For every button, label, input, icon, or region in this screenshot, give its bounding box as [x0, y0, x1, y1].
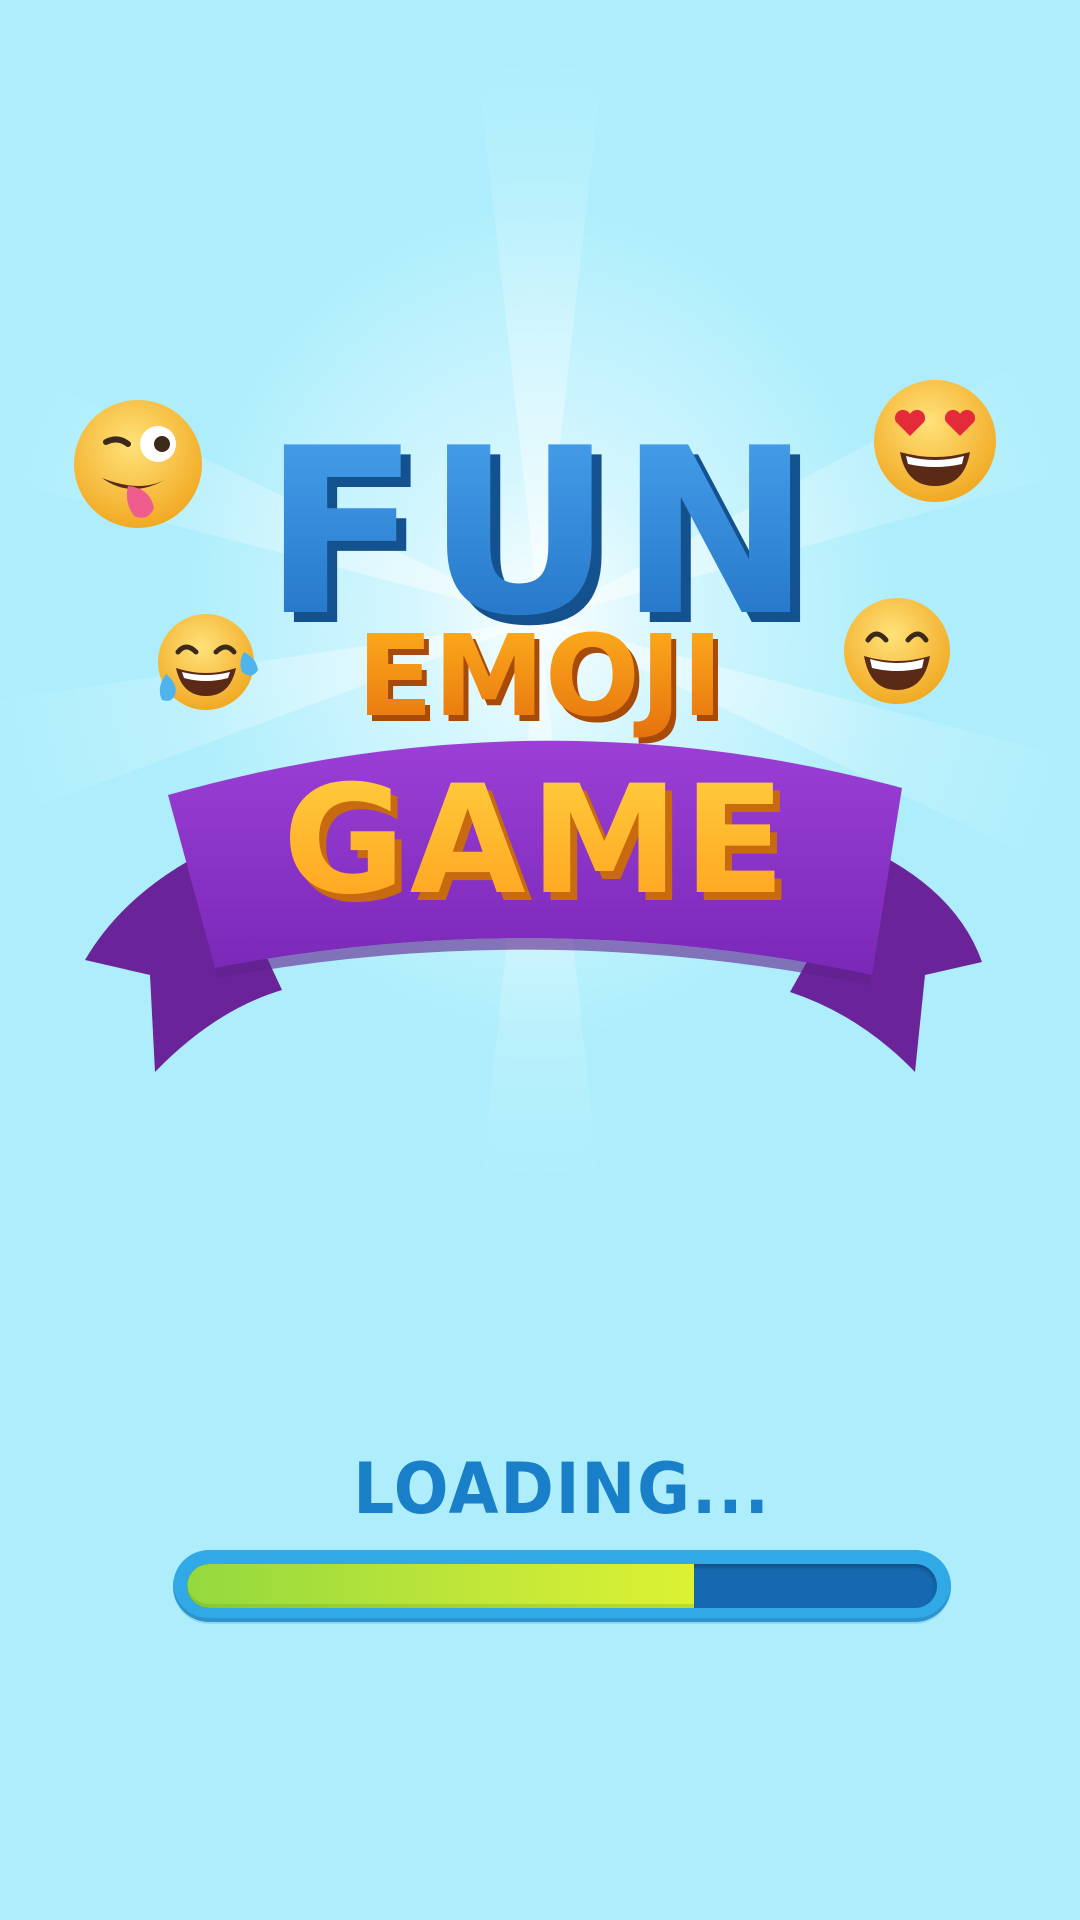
game-logo: FUN FUN EMOJI EMOJI GAME GAME [85, 400, 982, 1072]
loading-progress-fill [187, 1564, 694, 1608]
title-emoji: EMOJI [357, 612, 724, 742]
loading-progress-track [187, 1564, 937, 1608]
loading-progress-bar [173, 1550, 951, 1622]
loading-label: LOADING... [353, 1448, 771, 1530]
title-game: GAME [283, 754, 790, 928]
grinning-smiling-eyes-emoji-icon [844, 598, 950, 704]
tears-of-joy-emoji-icon [158, 614, 258, 710]
winking-tongue-emoji-icon [74, 400, 202, 528]
heart-eyes-emoji-icon [874, 380, 996, 502]
loading-screen: FUN FUN EMOJI EMOJI GAME GAME LOADING... [0, 0, 1080, 1920]
